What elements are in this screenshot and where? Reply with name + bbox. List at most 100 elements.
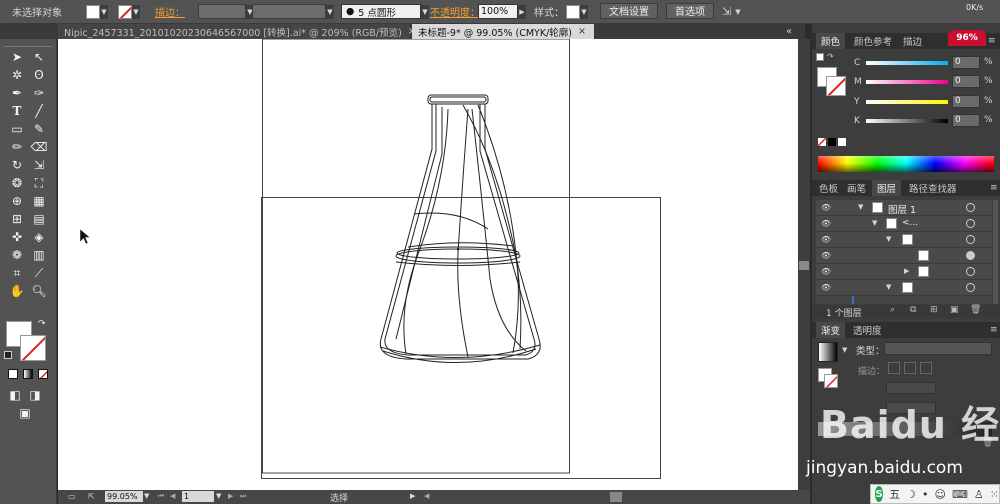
cyan-slider[interactable] bbox=[866, 61, 948, 65]
eye-icon[interactable]: 👁︎ bbox=[818, 251, 834, 261]
panel-menu-icon[interactable]: ≡ bbox=[988, 36, 996, 46]
stroke-label[interactable]: 描边： bbox=[155, 4, 185, 19]
variable-width-input[interactable] bbox=[252, 4, 326, 19]
chevron-down-icon[interactable]: ▼ bbox=[144, 492, 149, 500]
pencil-tool-icon[interactable]: ✏ bbox=[8, 139, 26, 155]
expand-arrow-icon[interactable]: ▼ bbox=[872, 219, 877, 227]
gradient-type-select[interactable] bbox=[884, 342, 992, 355]
new-layer-icon[interactable]: ▣ bbox=[950, 305, 959, 315]
mini-fill-icon[interactable] bbox=[816, 53, 824, 61]
horizontal-scroll-thumb[interactable] bbox=[610, 492, 622, 502]
column-graph-tool-icon[interactable]: ▥ bbox=[30, 247, 48, 263]
eyedropper-tool-icon[interactable]: ✜ bbox=[8, 229, 26, 245]
doc-setup-wrap[interactable]: 文档设置 bbox=[600, 2, 658, 19]
tab-pathfinder[interactable]: 路径查找器 bbox=[904, 180, 962, 196]
eye-icon[interactable]: 👁︎ bbox=[818, 267, 834, 277]
target-icon[interactable] bbox=[966, 219, 975, 228]
variable-width-field[interactable]: ▼ bbox=[252, 4, 334, 19]
artboard-canvas[interactable] bbox=[58, 38, 798, 490]
yellow-slider[interactable] bbox=[866, 100, 948, 104]
first-artboard-icon[interactable]: ⏮ bbox=[158, 492, 164, 501]
artboard-tool-icon[interactable]: ⌗ bbox=[8, 265, 26, 281]
scroll-left-icon[interactable]: ◀ bbox=[424, 492, 429, 500]
arrange-icon[interactable]: ⇲ bbox=[722, 5, 731, 18]
tab-color-guide[interactable]: 颜色参考 bbox=[849, 33, 897, 49]
prefs-button[interactable]: 首选项 bbox=[666, 2, 714, 19]
tab-nipic[interactable]: Nipic_2457331_20101020230646567000 [转换].… bbox=[58, 24, 416, 39]
style-swatch-control[interactable]: ▼ bbox=[566, 4, 588, 19]
tab-gradient[interactable]: 渐变 bbox=[816, 322, 846, 338]
moon-icon[interactable]: ☽ bbox=[906, 488, 916, 501]
layer-row-6[interactable]: 👁︎ ▼ bbox=[816, 280, 992, 296]
draw-normal-icon[interactable]: ◧ bbox=[6, 387, 24, 403]
close-icon[interactable]: × bbox=[578, 26, 586, 37]
line-tool-icon[interactable]: ╱ bbox=[30, 103, 48, 119]
tab-untitled-9[interactable]: 未标题-9* @ 99.05% (CMYK/轮廓) × bbox=[412, 24, 594, 39]
draw-inside-icon[interactable]: ◨ bbox=[26, 387, 44, 403]
lasso-tool-icon[interactable]: ʘ bbox=[30, 67, 48, 83]
layer-row-1[interactable]: 👁︎ ▼ 图层 1 bbox=[816, 200, 992, 216]
vertical-scrollbar[interactable] bbox=[798, 39, 810, 490]
next-artboard-icon[interactable]: ▶ bbox=[228, 492, 233, 500]
prev-artboard-icon[interactable]: ◀ bbox=[170, 492, 175, 500]
layer-row-4[interactable]: 👁︎ bbox=[816, 248, 992, 264]
opacity-field[interactable]: 100% ▶ bbox=[478, 4, 526, 19]
stroke-color-box[interactable] bbox=[20, 335, 46, 361]
layer-row-2[interactable]: 👁︎ ▼ <... bbox=[816, 216, 992, 232]
chevron-down-icon[interactable]: ▼ bbox=[421, 4, 429, 19]
stroke-swatch[interactable] bbox=[118, 4, 132, 19]
opacity-label-wrap[interactable]: 不透明度： bbox=[430, 4, 480, 19]
magic-wand-tool-icon[interactable]: ✲ bbox=[8, 67, 26, 83]
stroke-weight-field[interactable]: ▼ bbox=[198, 4, 254, 19]
layer-row-3[interactable]: 👁︎ ▼ bbox=[816, 232, 992, 248]
sogou-logo-icon[interactable]: S bbox=[875, 486, 884, 502]
tab-brushes[interactable]: 画笔 bbox=[842, 180, 871, 196]
magenta-slider[interactable] bbox=[866, 80, 948, 84]
stroke-swatch-control[interactable]: ▼ bbox=[118, 4, 140, 19]
expand-arrow-icon[interactable]: ▶ bbox=[904, 267, 909, 275]
target-icon[interactable] bbox=[966, 235, 975, 244]
blend-tool-icon[interactable]: ◈ bbox=[30, 229, 48, 245]
black-swatch[interactable] bbox=[828, 138, 836, 146]
last-artboard-icon[interactable]: ⏭ bbox=[240, 492, 246, 501]
doc-setup-button[interactable]: 文档设置 bbox=[600, 2, 658, 19]
arrange-control[interactable]: ⇲ ▼ bbox=[722, 4, 741, 19]
expand-arrow-icon[interactable]: ▼ bbox=[858, 203, 863, 211]
ime-mode[interactable]: 五 bbox=[889, 486, 900, 502]
chevron-down-icon[interactable]: ▼ bbox=[132, 4, 140, 19]
locate-object-icon[interactable]: ⌕ bbox=[890, 305, 895, 315]
black-slider[interactable] bbox=[866, 119, 948, 123]
magenta-value[interactable]: 0 bbox=[952, 75, 980, 88]
hand-tool-icon[interactable]: ✋ bbox=[8, 283, 26, 299]
trash-icon[interactable]: 🗑︎ bbox=[970, 305, 981, 315]
paintbrush-tool-icon[interactable]: ✎ bbox=[30, 121, 48, 137]
chevron-right-icon[interactable]: ▶ bbox=[518, 4, 526, 19]
new-sublayer-icon[interactable]: ⊞ bbox=[930, 305, 938, 315]
eye-icon[interactable]: 👁︎ bbox=[818, 219, 834, 229]
expand-arrow-icon[interactable]: ▼ bbox=[886, 283, 891, 291]
none-swatch[interactable] bbox=[818, 138, 826, 146]
color-mode-icon[interactable] bbox=[8, 369, 18, 379]
tab-layers[interactable]: 图层 bbox=[872, 180, 902, 196]
stroke-within-icon[interactable] bbox=[888, 362, 900, 374]
brush-field[interactable]: ● 5 点圆形 bbox=[341, 4, 421, 19]
panel-stroke-box[interactable] bbox=[826, 76, 846, 96]
scale-tool-icon[interactable]: ⇲ bbox=[30, 157, 48, 173]
gradient-stroke-box[interactable] bbox=[824, 374, 838, 388]
opacity-label[interactable]: 不透明度： bbox=[430, 4, 480, 19]
pen-tool-icon[interactable]: ✒ bbox=[8, 85, 26, 101]
keyboard-icon[interactable]: ⌨ bbox=[952, 488, 968, 501]
panel-menu-icon[interactable]: ≡ bbox=[990, 183, 998, 193]
eraser-tool-icon[interactable]: ⌫ bbox=[30, 139, 48, 155]
tab-swatches[interactable]: 色板 bbox=[814, 180, 843, 196]
eye-icon[interactable]: 👁︎ bbox=[818, 235, 834, 245]
layer-name[interactable]: 图层 1 bbox=[888, 202, 916, 216]
warp-tool-icon[interactable]: ❂ bbox=[8, 175, 26, 191]
chevron-down-icon[interactable]: ▼ bbox=[326, 4, 334, 19]
page-field[interactable]: 1 bbox=[182, 491, 214, 502]
target-icon[interactable] bbox=[966, 267, 975, 276]
black-value[interactable]: 0 bbox=[952, 114, 980, 127]
tab-transparency[interactable]: 透明度 bbox=[848, 322, 887, 338]
layers-scrollbar[interactable] bbox=[993, 200, 998, 304]
clipping-mask-icon[interactable]: ⧉ bbox=[910, 305, 916, 315]
